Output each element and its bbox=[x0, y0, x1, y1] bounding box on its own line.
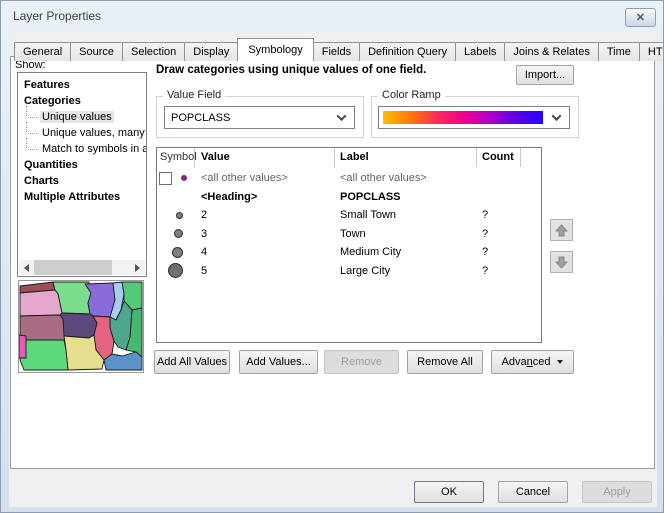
dropdown-arrow-icon bbox=[557, 360, 563, 364]
value-field-selected: POPCLASS bbox=[171, 112, 230, 124]
map-region bbox=[85, 283, 115, 317]
table-row[interactable]: 4 Medium City ? bbox=[157, 243, 541, 262]
graduated-circle-symbol[interactable] bbox=[168, 263, 183, 278]
tree-item-unique-values[interactable]: Unique values bbox=[18, 109, 146, 125]
header-count[interactable]: Count bbox=[477, 148, 521, 167]
header-symbol: Symbol bbox=[157, 148, 195, 167]
tree-item-features[interactable]: Features bbox=[18, 77, 146, 93]
map-region bbox=[60, 313, 97, 338]
symbology-preview-map bbox=[18, 280, 144, 373]
renderer-tree: Features Categories Unique values Unique… bbox=[17, 72, 147, 277]
layer-properties-dialog: Layer Properties ✕ General Source Select… bbox=[0, 0, 664, 513]
scroll-left-button[interactable] bbox=[19, 260, 34, 275]
tab-labels[interactable]: Labels bbox=[455, 42, 505, 61]
tab-html-popup[interactable]: HTML Popup bbox=[639, 42, 664, 61]
map-region bbox=[19, 335, 26, 358]
tree-item-match-to-symbols[interactable]: Match to symbols in a bbox=[18, 141, 146, 157]
graduated-circle-symbol[interactable] bbox=[174, 229, 183, 238]
advanced-button[interactable]: Advanced bbox=[491, 350, 574, 374]
tab-general[interactable]: General bbox=[14, 42, 71, 61]
tree-horizontal-scrollbar[interactable] bbox=[19, 260, 145, 275]
close-button[interactable]: ✕ bbox=[625, 8, 656, 27]
graduated-circle-symbol[interactable] bbox=[172, 247, 183, 258]
renderer-description: Draw categories using unique values of o… bbox=[156, 64, 426, 76]
remove-all-button[interactable]: Remove All bbox=[407, 350, 483, 374]
color-ramp-preview bbox=[383, 111, 543, 124]
tab-selection[interactable]: Selection bbox=[122, 42, 185, 61]
chevron-left-icon bbox=[24, 264, 29, 272]
move-down-button[interactable] bbox=[550, 251, 573, 273]
tree-connector bbox=[26, 138, 37, 150]
tab-fields[interactable]: Fields bbox=[313, 42, 360, 61]
header-value[interactable]: Value bbox=[195, 148, 335, 167]
chevron-right-icon bbox=[135, 264, 140, 272]
table-row[interactable]: 3 Town ? bbox=[157, 225, 541, 244]
window-title: Layer Properties bbox=[13, 9, 101, 23]
close-icon: ✕ bbox=[636, 11, 645, 24]
tree-item-categories[interactable]: Categories bbox=[18, 93, 146, 109]
remove-button: Remove bbox=[324, 350, 399, 374]
chevron-down-icon bbox=[337, 111, 347, 121]
add-all-values-button[interactable]: Add All Values bbox=[154, 350, 230, 374]
table-row[interactable]: 5 Large City ? bbox=[157, 262, 541, 281]
arrow-up-icon bbox=[555, 224, 568, 237]
color-ramp-dropdown[interactable] bbox=[378, 106, 570, 129]
color-ramp-legend: Color Ramp bbox=[378, 89, 445, 101]
tree-item-unique-values-many[interactable]: Unique values, many bbox=[18, 125, 146, 141]
map-region bbox=[20, 290, 62, 316]
tree-item-multiple-attributes[interactable]: Multiple Attributes bbox=[18, 189, 146, 205]
import-button[interactable]: Import... bbox=[516, 65, 574, 85]
ok-button[interactable]: OK bbox=[414, 481, 484, 503]
tab-source[interactable]: Source bbox=[70, 42, 123, 61]
map-region bbox=[20, 340, 68, 370]
scrollbar-thumb[interactable] bbox=[34, 260, 112, 275]
values-table: Symbol Value Label Count <all other valu… bbox=[156, 147, 542, 343]
chevron-down-icon bbox=[552, 111, 562, 121]
value-field-legend: Value Field bbox=[163, 89, 225, 101]
table-header: Symbol Value Label Count bbox=[157, 148, 541, 167]
tree-item-charts[interactable]: Charts bbox=[18, 173, 146, 189]
graduated-circle-symbol[interactable] bbox=[176, 212, 183, 219]
add-values-button[interactable]: Add Values... bbox=[239, 350, 318, 374]
table-row[interactable]: <Heading> POPCLASS bbox=[157, 188, 541, 207]
tab-display[interactable]: Display bbox=[184, 42, 238, 61]
point-symbol-icon[interactable] bbox=[181, 175, 187, 181]
tab-symbology[interactable]: Symbology bbox=[237, 38, 313, 61]
tree-item-quantities[interactable]: Quantities bbox=[18, 157, 146, 173]
tree-connector bbox=[26, 106, 37, 118]
header-label[interactable]: Label bbox=[335, 148, 477, 167]
table-row[interactable]: 2 Small Town ? bbox=[157, 206, 541, 225]
move-up-button[interactable] bbox=[550, 219, 573, 241]
cancel-button[interactable]: Cancel bbox=[498, 481, 568, 503]
tab-joins-relates[interactable]: Joins & Relates bbox=[504, 42, 598, 61]
apply-button: Apply bbox=[582, 481, 652, 503]
value-field-dropdown[interactable]: POPCLASS bbox=[164, 106, 355, 129]
tab-definition-query[interactable]: Definition Query bbox=[359, 42, 456, 61]
table-row[interactable]: <all other values> <all other values> bbox=[157, 169, 541, 188]
arrow-down-icon bbox=[555, 256, 568, 269]
scroll-right-button[interactable] bbox=[130, 260, 145, 275]
tab-bar: General Source Selection Display Symbolo… bbox=[14, 38, 664, 61]
all-other-values-checkbox[interactable] bbox=[159, 172, 172, 185]
tree-connector bbox=[26, 122, 37, 134]
tab-time[interactable]: Time bbox=[598, 42, 640, 61]
preview-map-svg bbox=[19, 281, 143, 372]
